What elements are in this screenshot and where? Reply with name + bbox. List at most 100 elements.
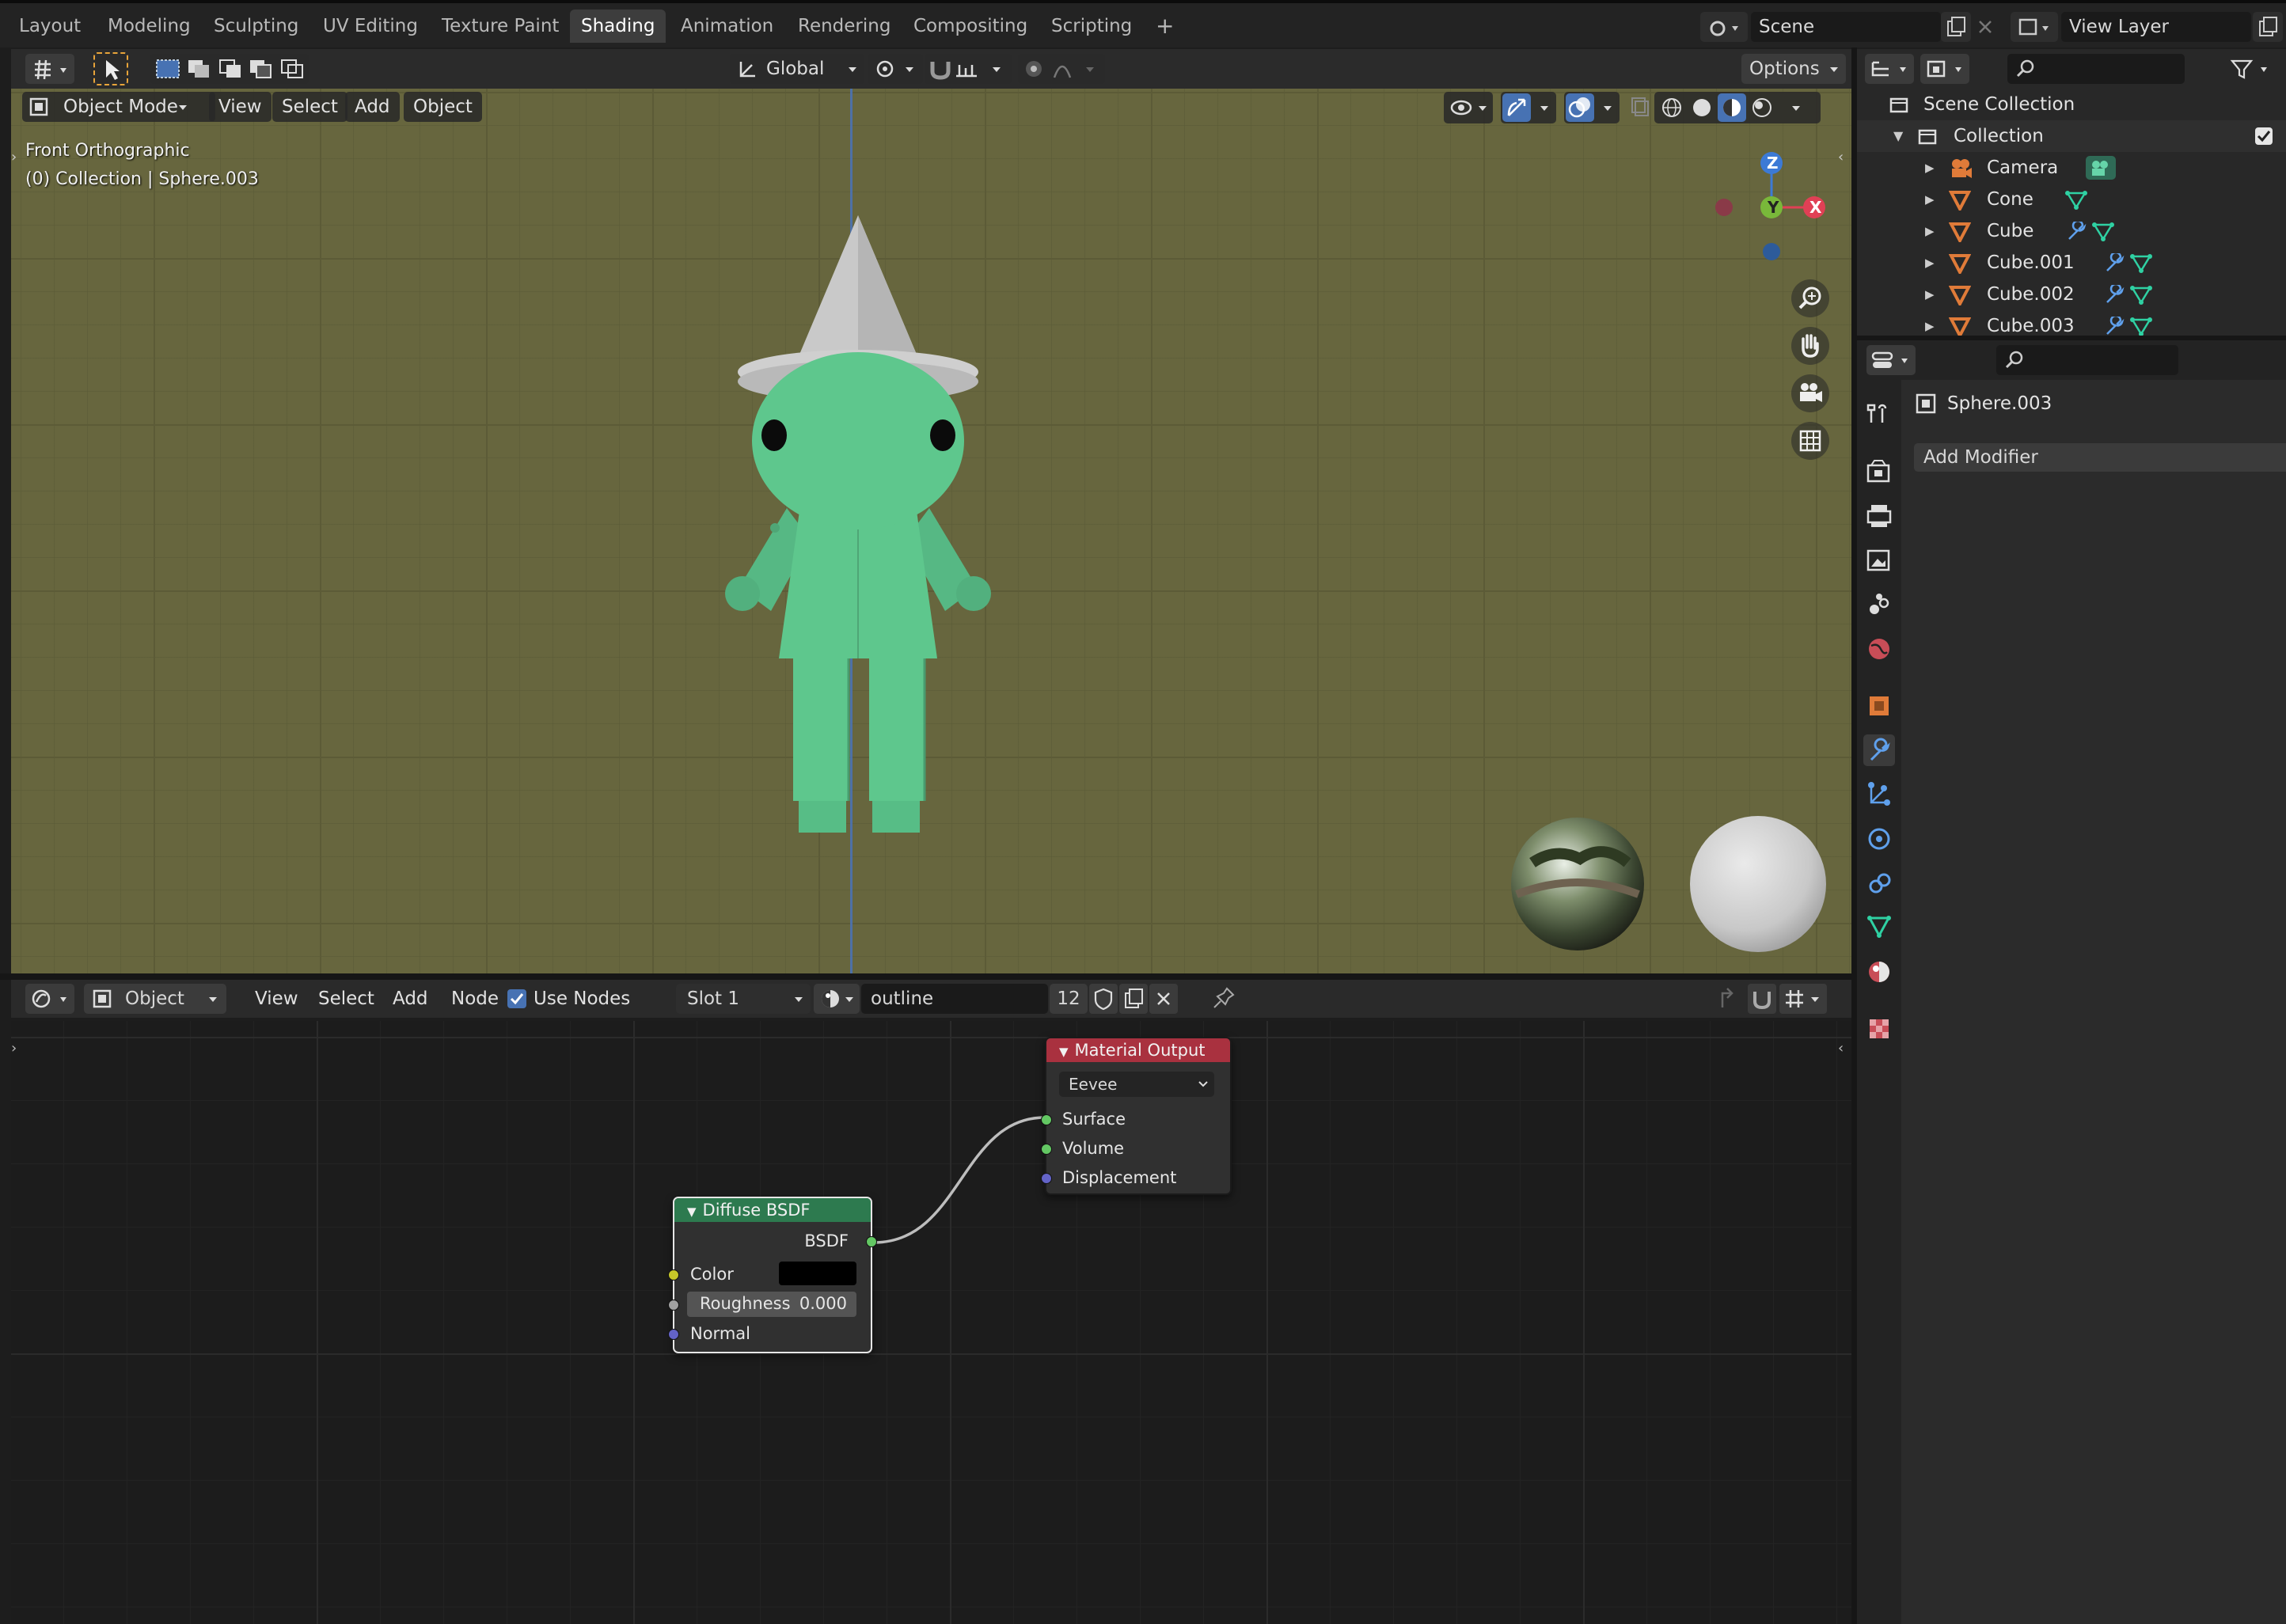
node-menu-node[interactable]: Node: [442, 984, 508, 1014]
volume-input-socket[interactable]: [1041, 1144, 1052, 1155]
outliner-item-cube-002[interactable]: ▶ Cube.002: [1857, 279, 2286, 310]
new-scene-icon[interactable]: [1941, 12, 1971, 42]
collection-row[interactable]: ▼ Collection: [1857, 120, 2286, 152]
normal-input-socket[interactable]: [668, 1329, 679, 1340]
outliner-item-cube-003[interactable]: ▶ Cube.003: [1857, 310, 2286, 336]
editor-type-button[interactable]: [25, 54, 74, 84]
area-divider-right[interactable]: [1857, 336, 2286, 340]
material-output-node[interactable]: ▼ Material Output Eevee Surface Volume Di…: [1041, 1037, 1232, 1195]
3d-viewport[interactable]: Z Y X Front Orthographic (0) Collection …: [11, 89, 1851, 973]
render-target-dropdown[interactable]: Eevee: [1059, 1072, 1214, 1097]
grid-ortho-icon[interactable]: [1790, 421, 1830, 461]
display-mode-button[interactable]: [1920, 54, 1969, 84]
toolbar-expand-icon[interactable]: ›: [11, 149, 17, 165]
scene-tab-icon[interactable]: [1863, 589, 1895, 620]
expand-arrow-icon[interactable]: ▶: [1925, 215, 1935, 247]
menu-select[interactable]: Select: [272, 92, 347, 122]
color-swatch[interactable]: [779, 1262, 856, 1285]
collapse-arrow-icon[interactable]: ▼: [1059, 1045, 1069, 1059]
area-divider-horizontal[interactable]: [0, 973, 1851, 980]
collection-include-checkbox[interactable]: [2254, 127, 2273, 146]
menu-object[interactable]: Object: [404, 92, 482, 122]
transform-orientation-dropdown[interactable]: Global: [730, 54, 864, 84]
particles-tab-icon[interactable]: [1863, 779, 1895, 810]
camera-view-icon[interactable]: [1790, 374, 1830, 413]
tab-uv-editing[interactable]: UV Editing: [312, 9, 429, 43]
select-tool-button[interactable]: [93, 52, 128, 85]
outliner-type-button[interactable]: [1865, 54, 1914, 84]
delete-scene-icon[interactable]: [1973, 12, 1998, 42]
outliner-item-cube-001[interactable]: ▶ Cube.001: [1857, 247, 2286, 279]
options-dropdown[interactable]: Options: [1741, 54, 1846, 84]
bsdf-output-socket[interactable]: [866, 1236, 877, 1247]
properties-search-input[interactable]: [1996, 345, 2178, 375]
node-snap-icon[interactable]: [1748, 984, 1776, 1014]
sidebar-expand-icon[interactable]: ‹: [1838, 149, 1844, 165]
outliner-item-camera[interactable]: ▶ Camera: [1857, 152, 2286, 184]
tab-modeling[interactable]: Modeling: [97, 9, 202, 43]
object-data-tab-icon[interactable]: [1863, 912, 1895, 943]
modifier-tab-icon[interactable]: [1863, 734, 1895, 766]
snap-element-icon[interactable]: [1779, 984, 1827, 1014]
material-tab-icon[interactable]: [1863, 956, 1895, 988]
pivot-point-dropdown[interactable]: [868, 54, 923, 84]
selection-mode-group[interactable]: [150, 54, 309, 84]
physics-tab-icon[interactable]: [1863, 823, 1895, 855]
parent-node-tree-icon[interactable]: [1714, 984, 1743, 1014]
roughness-input-socket[interactable]: [668, 1300, 679, 1311]
world-tab-icon[interactable]: [1863, 633, 1895, 665]
expand-arrow-icon[interactable]: ▶: [1925, 247, 1935, 279]
material-user-count[interactable]: 12: [1050, 984, 1088, 1014]
node-menu-add[interactable]: Add: [383, 984, 438, 1014]
unlink-material-icon[interactable]: [1149, 984, 1178, 1014]
color-input-socket[interactable]: [668, 1269, 679, 1281]
slot-dropdown[interactable]: Slot 1: [676, 984, 811, 1014]
node-menu-view[interactable]: View: [245, 984, 308, 1014]
xray-icon[interactable]: [1627, 92, 1651, 123]
visibility-eye-icon[interactable]: [1444, 92, 1493, 123]
zoom-icon[interactable]: [1790, 279, 1830, 318]
menu-view[interactable]: View: [209, 92, 272, 122]
proportional-edit-group[interactable]: [1018, 54, 1105, 84]
new-view-layer-icon[interactable]: [2253, 12, 2283, 42]
add-modifier-button[interactable]: Add Modifier: [1914, 443, 2286, 472]
tab-animation[interactable]: Animation: [670, 9, 784, 43]
diffuse-bsdf-header[interactable]: ▼ Diffuse BSDF: [674, 1198, 871, 1222]
node-editor-type-button[interactable]: [25, 984, 74, 1014]
expand-arrow-icon[interactable]: ▶: [1925, 310, 1935, 336]
pin-icon[interactable]: [1209, 984, 1238, 1014]
use-nodes-toggle[interactable]: Use Nodes: [507, 984, 630, 1014]
surface-input-socket[interactable]: [1041, 1114, 1052, 1125]
tab-layout[interactable]: Layout: [8, 9, 92, 43]
collapse-arrow-icon[interactable]: ▼: [687, 1205, 697, 1219]
tab-rendering[interactable]: Rendering: [787, 9, 902, 43]
view-layer-tab-icon[interactable]: [1863, 544, 1895, 576]
material-name-field[interactable]: outline: [861, 984, 1048, 1014]
expand-arrow-icon[interactable]: ▶: [1925, 184, 1935, 215]
output-tab-icon[interactable]: [1863, 500, 1895, 532]
view-layer-name-field[interactable]: View Layer: [2061, 12, 2251, 42]
add-workspace-icon[interactable]: +: [1145, 9, 1185, 43]
displacement-input-socket[interactable]: [1041, 1173, 1052, 1184]
object-mode-dropdown[interactable]: Object Mode: [22, 92, 215, 122]
outliner-item-cube[interactable]: ▶ Cube: [1857, 215, 2286, 247]
gizmo-toggle-icon[interactable]: [1501, 92, 1556, 123]
diffuse-bsdf-node[interactable]: ▼ Diffuse BSDF BSDF Color Roughness 0.000…: [668, 1197, 877, 1353]
roughness-slider[interactable]: Roughness 0.000: [687, 1292, 856, 1317]
texture-tab-icon[interactable]: [1863, 1013, 1895, 1045]
tab-scripting[interactable]: Scripting: [1040, 9, 1143, 43]
tab-sculpting[interactable]: Sculpting: [203, 9, 309, 43]
expand-arrow-icon[interactable]: ▶: [1925, 279, 1935, 310]
tool-tab-icon[interactable]: [1863, 399, 1895, 431]
tab-compositing[interactable]: Compositing: [902, 9, 1039, 43]
expand-arrow-icon[interactable]: ▶: [1925, 152, 1935, 184]
menu-add[interactable]: Add: [345, 92, 400, 122]
tab-texture-paint[interactable]: Texture Paint: [431, 9, 570, 43]
use-nodes-checkbox[interactable]: [507, 988, 527, 1009]
material-output-header[interactable]: ▼ Material Output: [1046, 1038, 1230, 1062]
constraints-tab-icon[interactable]: [1863, 867, 1895, 899]
outliner-item-cone[interactable]: ▶ Cone: [1857, 184, 2286, 215]
filter-icon[interactable]: [2226, 54, 2275, 84]
outliner-search-input[interactable]: [2007, 54, 2185, 84]
node-editor-canvas[interactable]: › ‹ ▼ Material Output Eevee Surface Volum…: [11, 1021, 1851, 1624]
